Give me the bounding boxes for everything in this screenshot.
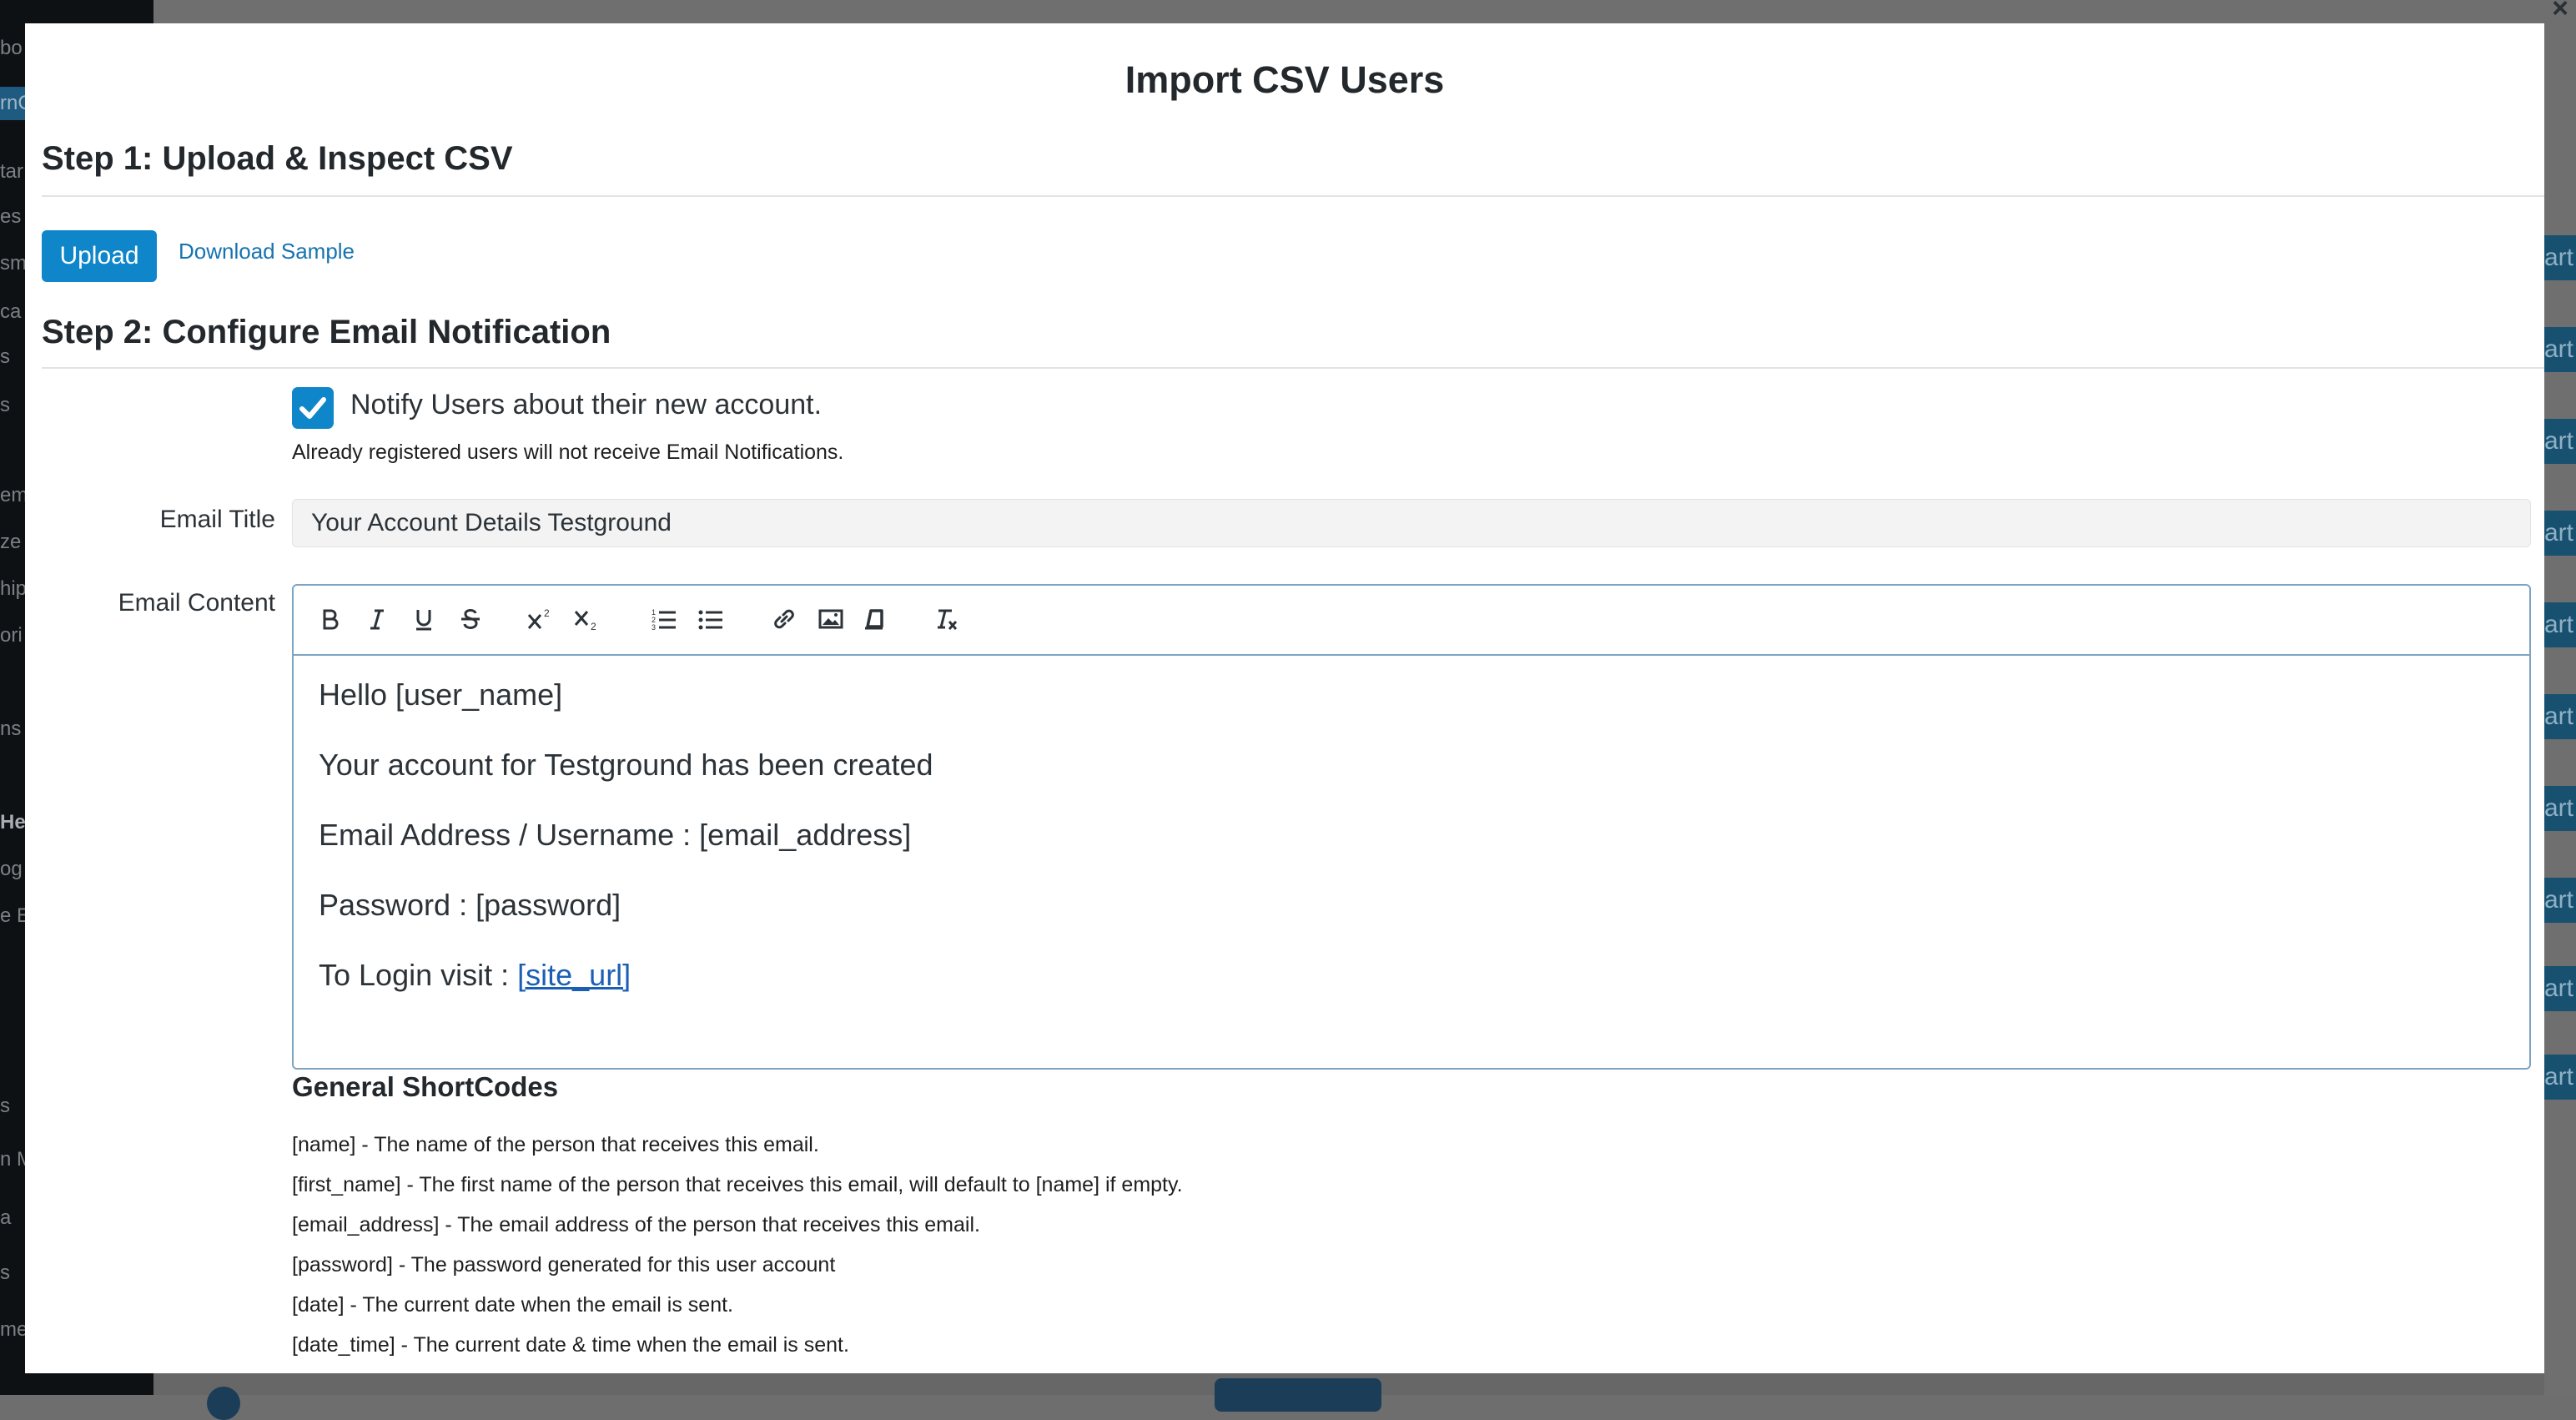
link-icon[interactable] bbox=[766, 601, 802, 637]
sidebar-fragment: me bbox=[0, 1318, 28, 1341]
step2-divider bbox=[42, 367, 2544, 369]
email-content-line: To Login visit : [site_url] bbox=[319, 958, 2504, 993]
background-circle bbox=[207, 1387, 240, 1420]
background-tab: art bbox=[2544, 511, 2576, 556]
email-title-label: Email Title bbox=[159, 506, 275, 533]
background-tab: art bbox=[2544, 878, 2576, 923]
bold-icon[interactable] bbox=[312, 601, 349, 637]
italic-icon[interactable] bbox=[359, 601, 395, 637]
svg-text:3: 3 bbox=[652, 623, 656, 632]
modal-close-icon[interactable]: × bbox=[2544, 0, 2576, 23]
import-csv-modal: Import CSV Users Step 1: Upload & Inspec… bbox=[25, 23, 2544, 1373]
email-content-editor: 2 2 123 Hello [user_name] Your account f… bbox=[292, 584, 2531, 1070]
svg-text:2: 2 bbox=[544, 607, 550, 619]
underline-icon[interactable] bbox=[405, 601, 442, 637]
sidebar-fragment: es bbox=[0, 205, 22, 228]
editor-body[interactable]: Hello [user_name] Your account for Testg… bbox=[319, 677, 2504, 1028]
svg-text:2: 2 bbox=[591, 621, 596, 632]
background-tab: art bbox=[2544, 419, 2576, 464]
ordered-list-icon[interactable]: 123 bbox=[646, 601, 682, 637]
email-content-label: Email Content bbox=[118, 589, 275, 617]
step2-heading: Step 2: Configure Email Notification bbox=[42, 314, 611, 350]
sidebar-fragment: bo bbox=[0, 37, 23, 59]
sidebar-fragment: ze bbox=[0, 531, 22, 553]
sidebar-fragment: s bbox=[0, 345, 10, 368]
image-icon[interactable] bbox=[813, 601, 849, 637]
video-icon[interactable] bbox=[856, 601, 893, 637]
sidebar-fragment: ca bbox=[0, 300, 22, 323]
sidebar-fragment: He bbox=[0, 811, 26, 833]
notify-users-checkbox[interactable] bbox=[292, 387, 334, 429]
notify-users-label: Notify Users about their new account. bbox=[350, 389, 823, 420]
strikethrough-icon[interactable] bbox=[452, 601, 489, 637]
email-content-text: Your account for Testground has been cre… bbox=[319, 748, 933, 782]
shortcode-item: [first_name] - The first name of the per… bbox=[292, 1173, 1183, 1196]
sidebar-fragment: s bbox=[0, 394, 10, 416]
editor-toolbar: 2 2 123 bbox=[294, 586, 2529, 656]
shortcode-item: [date] - The current date when the email… bbox=[292, 1293, 733, 1317]
email-content-text: To Login visit : bbox=[319, 958, 518, 992]
background-button bbox=[1215, 1378, 1381, 1412]
background-tab: art bbox=[2544, 602, 2576, 647]
checkmark-icon bbox=[299, 397, 326, 419]
email-content-line: Your account for Testground has been cre… bbox=[319, 748, 2504, 783]
email-content-line: Password : [password] bbox=[319, 888, 2504, 923]
shortcode-item: [password] - The password generated for … bbox=[292, 1253, 836, 1276]
background-tab: art bbox=[2544, 966, 2576, 1011]
sidebar-fragment: og bbox=[0, 858, 23, 880]
shortcodes-heading: General ShortCodes bbox=[292, 1071, 559, 1102]
notify-users-note: Already registered users will not receiv… bbox=[292, 441, 844, 464]
modal-title: Import CSV Users bbox=[1124, 58, 1445, 101]
download-sample-link[interactable]: Download Sample bbox=[179, 239, 355, 264]
subscript-icon[interactable]: 2 bbox=[569, 601, 606, 637]
background-tab: art bbox=[2544, 694, 2576, 739]
clear-format-icon[interactable] bbox=[929, 601, 966, 637]
shortcode-item: [date_time] - The current date & time wh… bbox=[292, 1333, 849, 1357]
background-tab: art bbox=[2544, 786, 2576, 831]
upload-button[interactable]: Upload bbox=[42, 230, 157, 282]
sidebar-fragment: tar bbox=[0, 160, 24, 183]
sidebar-fragment: hip bbox=[0, 577, 28, 600]
admin-right-background: art art art art art art art art art art bbox=[2544, 0, 2576, 1395]
background-tab: art bbox=[2544, 1055, 2576, 1100]
email-content-text: Email Address / Username : [email_addres… bbox=[319, 818, 912, 852]
site-url-link[interactable]: [site_url] bbox=[517, 958, 631, 992]
sidebar-fragment: sm bbox=[0, 252, 27, 274]
shortcode-item: [email_address] - The email address of t… bbox=[292, 1213, 980, 1236]
sidebar-fragment: s bbox=[0, 1261, 10, 1284]
shortcode-item: [name] - The name of the person that rec… bbox=[292, 1133, 819, 1156]
sidebar-fragment: ns bbox=[0, 718, 22, 740]
email-content-line: Email Address / Username : [email_addres… bbox=[319, 818, 2504, 853]
step1-heading: Step 1: Upload & Inspect CSV bbox=[42, 140, 513, 177]
admin-bottom-background bbox=[153, 1373, 2544, 1420]
background-tab: art bbox=[2544, 235, 2576, 280]
background-tab: art bbox=[2544, 327, 2576, 372]
sidebar-fragment: em bbox=[0, 484, 28, 506]
step1-divider bbox=[42, 195, 2544, 197]
email-content-text: Hello [user_name] bbox=[319, 677, 563, 712]
sidebar-fragment: s bbox=[0, 1095, 10, 1117]
sidebar-fragment: ori bbox=[0, 624, 23, 647]
superscript-icon[interactable]: 2 bbox=[522, 601, 559, 637]
sidebar-fragment: a bbox=[0, 1206, 12, 1229]
email-content-text: Password : [password] bbox=[319, 888, 621, 922]
email-content-line: Hello [user_name] bbox=[319, 677, 2504, 713]
email-title-input[interactable] bbox=[292, 499, 2531, 547]
bullet-list-icon[interactable] bbox=[692, 601, 729, 637]
